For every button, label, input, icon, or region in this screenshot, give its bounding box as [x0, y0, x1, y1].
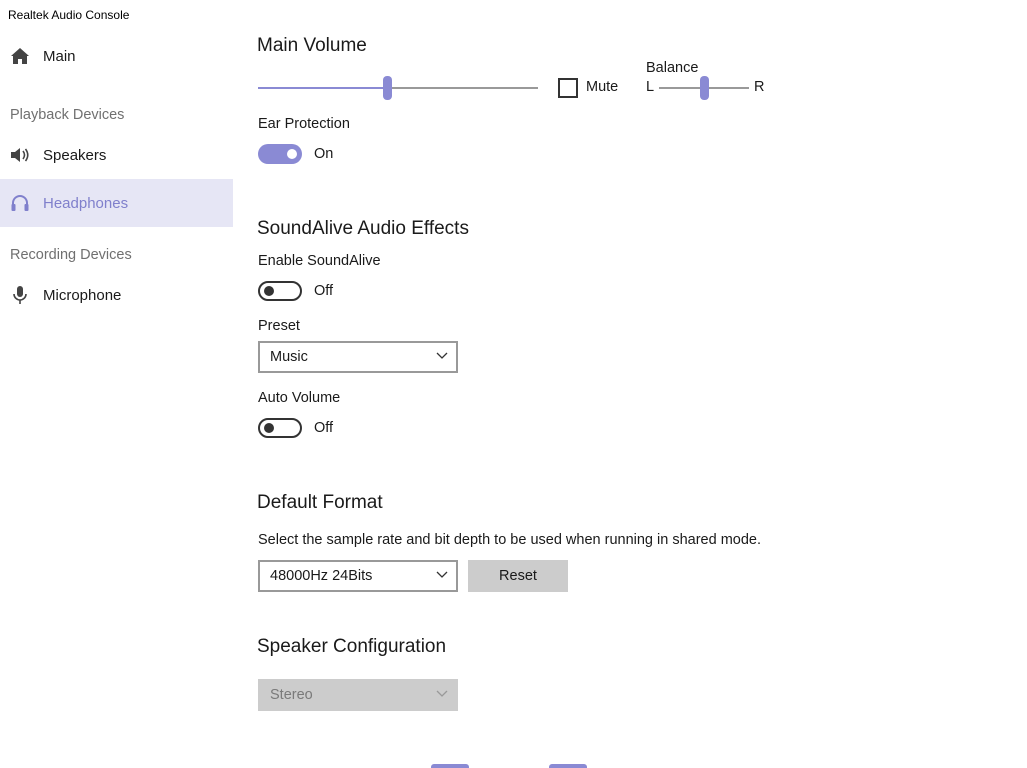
volume-slider-thumb[interactable]: [383, 76, 392, 100]
ear-protection-label: Ear Protection: [258, 116, 350, 132]
sidebar-item-label: Microphone: [43, 286, 122, 304]
soundalive-heading: SoundAlive Audio Effects: [257, 218, 469, 239]
speaker-configuration-dropdown: Stereo: [258, 679, 458, 711]
volume-slider[interactable]: [258, 76, 538, 100]
balance-slider[interactable]: [659, 76, 749, 100]
reset-button[interactable]: Reset: [468, 560, 568, 592]
toggle-knob: [264, 423, 274, 433]
preset-dropdown[interactable]: Music: [258, 341, 458, 373]
mute-checkbox[interactable]: [558, 78, 578, 98]
enable-soundalive-label: Enable SoundAlive: [258, 253, 381, 269]
ear-protection-state: On: [314, 146, 334, 162]
sidebar-item-label: Speakers: [43, 146, 107, 164]
speaker-configuration-value: Stereo: [270, 687, 313, 703]
bottom-indicator: [549, 764, 587, 768]
bottom-indicator: [431, 764, 469, 768]
microphone-icon: [10, 285, 30, 305]
default-format-description: Select the sample rate and bit depth to …: [258, 532, 761, 548]
preset-value: Music: [270, 349, 308, 365]
balance-label: Balance: [646, 60, 699, 76]
chevron-down-icon: [436, 571, 448, 578]
volume-slider-fill: [258, 87, 388, 89]
speaker-icon: [10, 145, 30, 165]
toggle-knob: [287, 149, 297, 159]
main-volume-heading: Main Volume: [257, 35, 367, 56]
playback-devices-heading: Playback Devices: [10, 107, 125, 123]
toggle-knob: [264, 286, 274, 296]
format-dropdown[interactable]: 48000Hz 24Bits: [258, 560, 458, 592]
app-title: Realtek Audio Console: [8, 8, 130, 22]
chevron-down-icon: [436, 352, 448, 359]
speaker-configuration-heading: Speaker Configuration: [257, 636, 447, 657]
ear-protection-toggle[interactable]: [258, 144, 302, 164]
chevron-down-icon: [436, 690, 448, 697]
sidebar: Main Playback Devices Speakers Headphone…: [0, 30, 233, 768]
sidebar-item-label: Headphones: [43, 194, 129, 212]
mute-label: Mute: [586, 79, 619, 95]
sidebar-item-label: Main: [43, 47, 76, 65]
enable-soundalive-toggle[interactable]: [258, 281, 302, 301]
balance-left-label: L: [646, 79, 655, 95]
default-format-heading: Default Format: [257, 492, 383, 513]
headphones-icon: [10, 193, 30, 213]
sidebar-item-main[interactable]: Main: [0, 32, 233, 80]
balance-right-label: R: [754, 79, 765, 95]
preset-label: Preset: [258, 318, 300, 334]
auto-volume-toggle[interactable]: [258, 418, 302, 438]
main-content: Main Volume Mute Balance L R Ear Protect…: [256, 0, 1027, 768]
format-value: 48000Hz 24Bits: [270, 568, 373, 584]
recording-devices-heading: Recording Devices: [10, 247, 132, 263]
home-icon: [10, 46, 30, 66]
sidebar-item-headphones[interactable]: Headphones: [0, 179, 233, 227]
sidebar-item-microphone[interactable]: Microphone: [0, 271, 233, 319]
auto-volume-state: Off: [314, 420, 334, 436]
auto-volume-label: Auto Volume: [258, 390, 341, 406]
enable-soundalive-state: Off: [314, 283, 334, 299]
sidebar-item-speakers[interactable]: Speakers: [0, 131, 233, 179]
balance-slider-thumb[interactable]: [700, 76, 709, 100]
